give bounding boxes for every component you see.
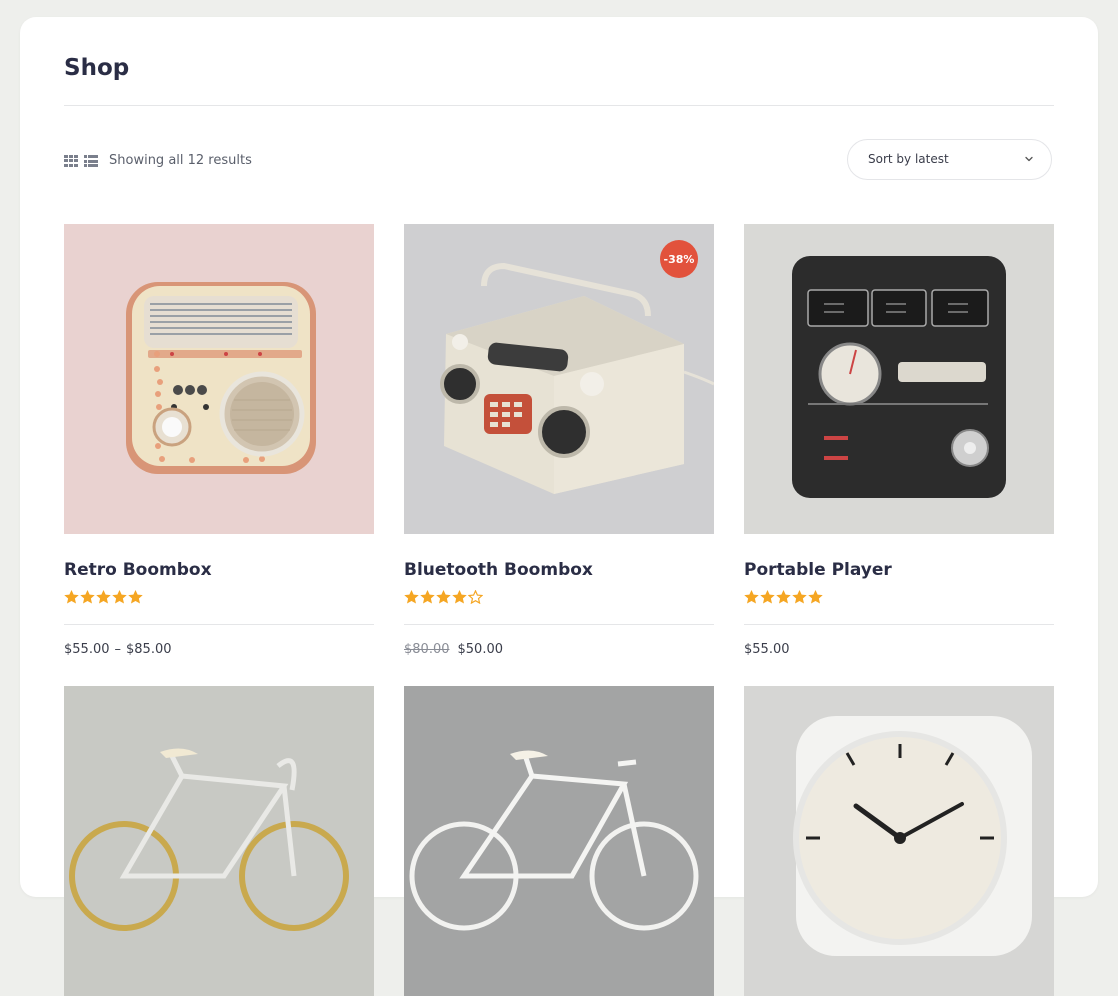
product-image[interactable] [404,686,714,996]
product-price: $55.00 [744,642,790,657]
star-rating [744,590,823,604]
star-icon [744,590,759,604]
shop-card: Shop Showing all 12 results Sort by late… [20,17,1098,996]
star-icon [808,590,823,604]
sort-selected-value: Sort by latest [868,152,949,166]
product-divider [404,624,714,625]
star-icon [436,590,451,604]
star-icon [792,590,807,604]
star-icon [80,590,95,604]
title-divider [64,105,1054,106]
star-outline-icon [468,590,483,604]
product-image[interactable] [64,686,374,996]
list-view-icon[interactable] [84,155,98,167]
product-image[interactable] [744,224,1054,534]
price-separator: – [114,642,122,657]
product-price: $80.00 $50.00 [404,642,503,657]
price-max: $85.00 [126,642,172,657]
product-divider [744,624,1054,625]
star-rating [64,590,143,604]
product-price: $55.00– $85.00 [64,642,172,657]
product-image[interactable] [64,224,374,534]
sort-select[interactable]: Sort by latest [847,139,1052,180]
product-image[interactable]: -38% [404,224,714,534]
star-icon [404,590,419,604]
price-original: $80.00 [404,642,450,657]
star-icon [112,590,127,604]
chevron-down-icon [1025,156,1033,162]
star-icon [776,590,791,604]
star-icon [760,590,775,604]
price-min: $55.00 [64,642,110,657]
price-value: $55.00 [744,642,790,657]
product-title[interactable]: Retro Boombox [64,560,212,580]
product-title[interactable]: Bluetooth Boombox [404,560,593,580]
sale-badge: -38% [660,240,698,278]
star-icon [96,590,111,604]
grid-view-icon[interactable] [64,155,78,167]
star-icon [452,590,467,604]
price-sale: $50.00 [457,642,504,657]
star-icon [128,590,143,604]
product-divider [64,624,374,625]
star-rating [404,590,483,604]
product-image[interactable] [744,686,1054,996]
star-icon [64,590,79,604]
product-title[interactable]: Portable Player [744,560,892,580]
star-icon [420,590,435,604]
result-count: Showing all 12 results [109,153,252,168]
page-title: Shop [64,55,130,81]
